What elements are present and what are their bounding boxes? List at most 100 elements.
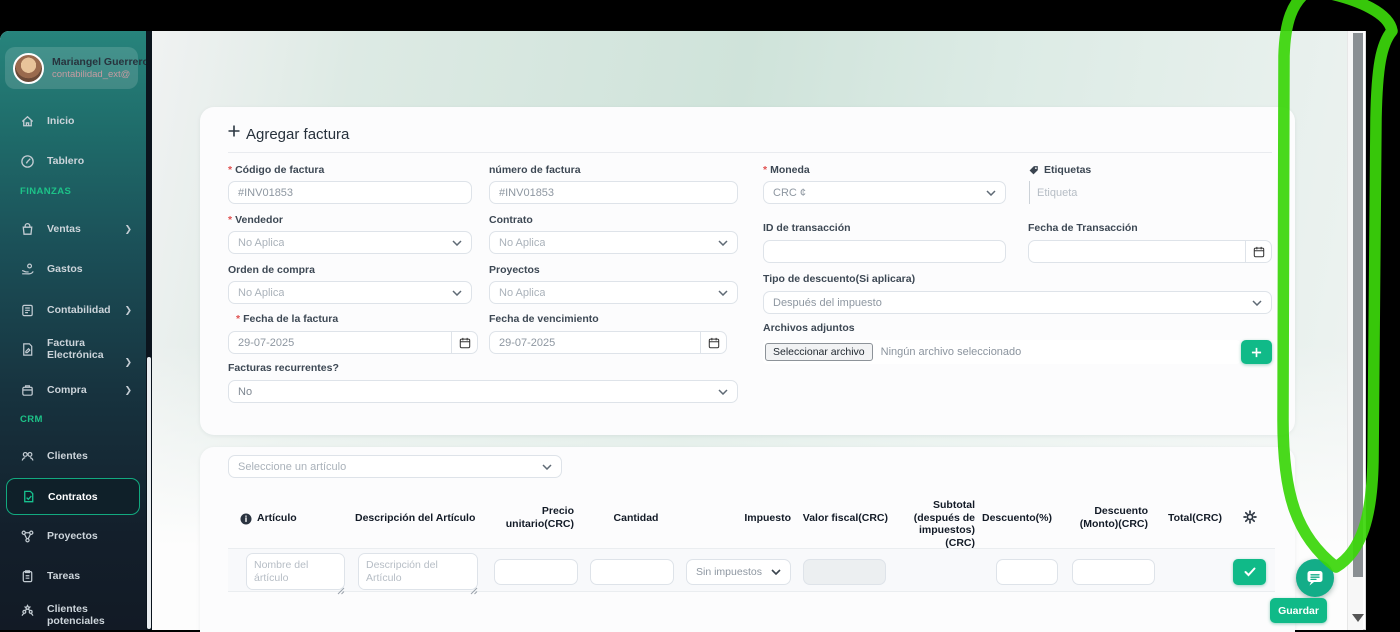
proyectos-select[interactable]: No Aplica bbox=[489, 281, 738, 304]
col-descripcion: Descripción del Artículo bbox=[355, 512, 476, 524]
fecha-transaccion-input[interactable] bbox=[1028, 240, 1246, 263]
item-descripcion-textarea[interactable] bbox=[358, 553, 478, 590]
fecha-vencimiento-group bbox=[489, 331, 727, 354]
purchase-box-icon bbox=[20, 383, 35, 398]
numero-factura-label: número de factura bbox=[489, 164, 581, 176]
sidebar-item-tareas[interactable]: Tareas bbox=[6, 564, 140, 588]
col-precio: Precio unitario(CRC) bbox=[505, 505, 574, 530]
chat-bubble-icon bbox=[1307, 571, 1323, 586]
tax-book-icon bbox=[20, 303, 35, 318]
proyectos-label: Proyectos bbox=[489, 264, 540, 276]
required-mark: * bbox=[228, 164, 233, 176]
fecha-factura-label: * Fecha de la factura bbox=[236, 313, 339, 325]
etiquetas-input[interactable]: Etiqueta bbox=[1029, 181, 1272, 204]
user-name: Mariangel Guerrero bbox=[52, 56, 146, 68]
chevron-right-icon: ❯ bbox=[124, 384, 132, 395]
tipo-descuento-label: Tipo de descuento(Si aplicara) bbox=[763, 273, 916, 285]
col-impuesto: Impuesto bbox=[744, 512, 791, 524]
calendar-icon[interactable] bbox=[1246, 240, 1272, 263]
sidebar-item-gastos[interactable]: Gastos bbox=[6, 257, 140, 281]
sidebar-item-inicio[interactable]: Inicio bbox=[6, 109, 140, 133]
archivo-status-text: Ningún archivo seleccionado bbox=[880, 346, 1022, 358]
facturas-recurrentes-label: Facturas recurrentes? bbox=[228, 362, 339, 374]
avatar bbox=[13, 52, 44, 84]
clipboard-icon bbox=[20, 569, 35, 584]
window-scrollbar-thumb[interactable] bbox=[1353, 33, 1363, 577]
chevron-down-icon bbox=[718, 289, 728, 296]
users-icon bbox=[20, 449, 35, 464]
articulo-select[interactable]: Seleccione un artículo bbox=[228, 455, 562, 478]
contrato-label: Contrato bbox=[489, 214, 533, 226]
item-precio-input[interactable] bbox=[494, 559, 578, 585]
scroll-down-arrow-icon[interactable] bbox=[1352, 614, 1364, 622]
required-mark: * bbox=[236, 313, 241, 325]
confirm-item-button[interactable] bbox=[1233, 559, 1266, 585]
shopping-bag-icon bbox=[20, 222, 35, 237]
col-total: Total(CRC) bbox=[1167, 512, 1222, 524]
item-nombre-textarea[interactable] bbox=[246, 553, 345, 590]
sidebar-item-contratos[interactable]: Contratos bbox=[6, 478, 140, 515]
chat-fab-button[interactable] bbox=[1296, 559, 1334, 597]
chevron-down-icon bbox=[452, 289, 462, 296]
col-articulo: Artículo bbox=[257, 512, 297, 524]
user-email: contabilidad_ext@inn... bbox=[52, 69, 130, 80]
calendar-icon[interactable] bbox=[452, 331, 478, 354]
vendedor-select[interactable]: No Aplica bbox=[228, 231, 472, 254]
seleccionar-archivo-button[interactable]: Seleccionar archivo bbox=[765, 343, 873, 361]
network-nodes-icon bbox=[20, 529, 35, 544]
col-descuento-pct: Descuento(%) bbox=[981, 512, 1052, 524]
sidebar-item-clientes-potenciales[interactable]: Clientes potenciales bbox=[6, 600, 140, 630]
fecha-vencimiento-label: Fecha de vencimiento bbox=[489, 313, 599, 325]
tag-icon bbox=[1029, 165, 1038, 174]
sidebar-item-proyectos[interactable]: Proyectos bbox=[6, 524, 140, 548]
fecha-factura-input[interactable] bbox=[228, 331, 452, 354]
sidebar-scrollbar-thumb[interactable] bbox=[147, 357, 151, 629]
sidebar-item-tablero[interactable]: Tablero bbox=[6, 149, 140, 173]
fecha-transaccion-group bbox=[1028, 240, 1272, 263]
tipo-descuento-select[interactable]: Después del impuesto bbox=[763, 291, 1272, 314]
chevron-down-icon bbox=[542, 463, 552, 470]
chevron-right-icon: ❯ bbox=[124, 304, 132, 315]
sidebar-item-clientes[interactable]: Clientes bbox=[6, 444, 140, 468]
plus-icon bbox=[227, 124, 241, 138]
codigo-factura-input[interactable] bbox=[228, 181, 472, 204]
chevron-down-icon bbox=[986, 189, 996, 196]
archivos-file-input[interactable]: Seleccionar archivo Ningún archivo selec… bbox=[763, 340, 1240, 364]
users-star-icon bbox=[20, 603, 35, 618]
orden-compra-select[interactable]: No Aplica bbox=[228, 281, 472, 304]
item-descuento-monto-input[interactable] bbox=[1072, 559, 1155, 585]
item-impuesto-select[interactable]: Sin impuestos bbox=[686, 559, 791, 585]
user-profile-card[interactable]: Mariangel Guerrero contabilidad_ext@inn.… bbox=[5, 47, 146, 89]
item-descuento-pct-input[interactable] bbox=[996, 559, 1058, 585]
table-settings-gear-icon[interactable] bbox=[1243, 510, 1257, 529]
sidebar-item-compra[interactable]: Compra ❯ bbox=[6, 378, 140, 402]
sidebar-section-finanzas: FINANZAS bbox=[20, 186, 72, 197]
item-cantidad-input[interactable] bbox=[590, 559, 674, 585]
fecha-vencimiento-input[interactable] bbox=[489, 331, 701, 354]
id-transaccion-label: ID de transacción bbox=[763, 222, 851, 234]
save-button[interactable]: Guardar bbox=[1270, 598, 1327, 623]
chevron-down-icon bbox=[452, 239, 462, 246]
dashboard-gauge-icon bbox=[20, 154, 35, 169]
col-subtotal: Subtotal (después de impuestos)(CRC) bbox=[913, 499, 975, 549]
required-mark: * bbox=[228, 214, 233, 226]
calendar-icon[interactable] bbox=[701, 331, 727, 354]
numero-factura-input[interactable] bbox=[489, 181, 738, 204]
moneda-label: * Moneda bbox=[763, 164, 810, 176]
contrato-select[interactable]: No Aplica bbox=[489, 231, 738, 254]
chevron-right-icon: ❯ bbox=[124, 223, 132, 234]
window-scrollbar[interactable] bbox=[1347, 31, 1364, 630]
chevron-down-icon bbox=[718, 239, 728, 246]
col-descuento-monto: Descuento (Monto)(CRC) bbox=[1079, 505, 1148, 530]
moneda-select[interactable]: CRC ¢ bbox=[763, 181, 1006, 204]
chevron-down-icon bbox=[718, 388, 728, 395]
screenshot-stage: Mariangel Guerrero contabilidad_ext@inn.… bbox=[0, 0, 1400, 632]
sidebar-item-factura-electronica[interactable]: Factura Electrónica ❯ bbox=[6, 337, 140, 367]
facturas-recurrentes-select[interactable]: No bbox=[228, 380, 738, 403]
vendedor-label: * Vendedor bbox=[228, 214, 283, 226]
sidebar-item-contabilidad[interactable]: Contabilidad ❯ bbox=[6, 298, 140, 322]
id-transaccion-input[interactable] bbox=[763, 240, 1006, 263]
archivos-adjuntos-label: Archivos adjuntos bbox=[763, 322, 855, 334]
add-attachment-button[interactable] bbox=[1241, 340, 1272, 364]
sidebar-item-ventas[interactable]: Ventas ❯ bbox=[6, 217, 140, 241]
